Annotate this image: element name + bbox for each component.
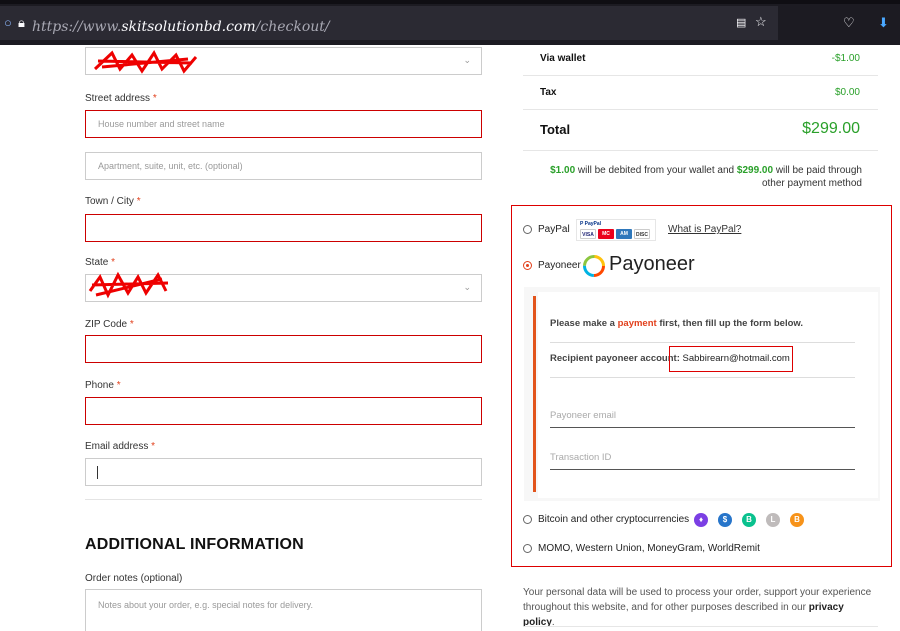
country-select[interactable]: ⌄ (85, 47, 482, 75)
panel-divider (550, 377, 855, 378)
what-is-paypal-link[interactable]: What is PayPal? (668, 224, 741, 235)
browser-toolbar: ○ 🔒︎ https://www.skitsolutionbd.com/chec… (0, 0, 900, 45)
chevron-down-icon: ⌄ (463, 282, 471, 292)
paypal-label[interactable]: PayPal (538, 224, 570, 235)
bitcoin-cash-icon: B (742, 513, 756, 527)
tax-label: Tax (540, 87, 557, 98)
tax-row: Tax $0.00 (540, 87, 860, 98)
input-underline (550, 427, 855, 428)
reader-view-icon[interactable]: ▤ (736, 15, 746, 31)
tab-strip (0, 0, 900, 4)
zip-code-input[interactable] (85, 335, 482, 363)
redaction-scribble (88, 271, 169, 299)
row-divider (523, 109, 878, 110)
town-city-input[interactable] (85, 214, 482, 242)
tax-value: $0.00 (834, 87, 860, 98)
input-underline (550, 469, 855, 470)
crypto-radio[interactable] (523, 515, 532, 524)
payoneer-ring-icon (583, 255, 605, 277)
phone-input[interactable] (85, 397, 482, 425)
transaction-id-input[interactable]: Transaction ID (550, 452, 611, 463)
town-label: Town / City * (85, 196, 141, 207)
bitcoin-icon: B (790, 513, 804, 527)
privacy-notice: Your personal data will be used to proce… (523, 587, 872, 628)
order-notes-label: Order notes (optional) (85, 573, 183, 584)
payoneer-radio[interactable] (523, 261, 532, 270)
bookmark-star-icon[interactable]: ☆ (755, 14, 767, 30)
payoneer-email-input[interactable]: Payoneer email (550, 410, 616, 421)
state-select[interactable]: ⌄ (85, 271, 482, 302)
usdc-icon: $ (718, 513, 732, 527)
redaction-scribble (93, 50, 198, 74)
lock-icon[interactable]: 🔒︎ (18, 15, 25, 31)
litecoin-icon: L (766, 513, 780, 527)
address-bar[interactable]: ○ 🔒︎ https://www.skitsolutionbd.com/chec… (0, 6, 778, 40)
zip-label: ZIP Code * (85, 319, 134, 330)
total-value: $299.00 (802, 120, 860, 137)
ethereum-icon: ♦ (694, 513, 708, 527)
payoneer-instruction: Please make a payment first, then fill u… (550, 318, 804, 329)
row-divider (523, 626, 878, 627)
email-label: Email address * (85, 441, 156, 452)
wallet-label: Via wallet (540, 53, 586, 64)
paypal-cards-logo: P PayPal VISA MC AM DISC (576, 219, 656, 241)
recipient-highlight-box (669, 346, 793, 372)
download-icon[interactable]: ⬇︎ (878, 15, 889, 31)
crypto-label[interactable]: Bitcoin and other cryptocurrencies (538, 514, 689, 525)
total-label: Total (540, 122, 571, 137)
momo-radio[interactable] (523, 544, 532, 553)
additional-info-heading: ADDITIONAL INFORMATION (85, 536, 304, 553)
phone-label: Phone * (85, 380, 121, 391)
shield-icon[interactable]: ○ (4, 15, 12, 31)
momo-label[interactable]: MOMO, Western Union, MoneyGram, WorldRem… (538, 543, 760, 554)
wallet-split-note: $1.00 will be debited from your wallet a… (550, 165, 862, 189)
row-divider (523, 75, 878, 76)
wallet-row: Via wallet -$1.00 (540, 53, 860, 64)
payoneer-label[interactable]: Payoneer (538, 260, 581, 271)
payment-link[interactable]: payment (618, 318, 657, 329)
text-cursor (97, 466, 98, 479)
total-row: Total $299.00 (540, 120, 860, 144)
pocket-icon[interactable]: ♡ (843, 15, 855, 31)
chevron-down-icon: ⌄ (463, 55, 471, 65)
street-address-input[interactable]: House number and street name (85, 110, 482, 138)
street-label: Street address * (85, 93, 157, 104)
order-notes-textarea[interactable]: Notes about your order, e.g. special not… (85, 589, 482, 631)
panel-accent-bar (533, 296, 536, 492)
url-text[interactable]: https://www.skitsolutionbd.com/checkout/ (32, 19, 330, 35)
section-divider (85, 499, 482, 500)
apartment-input[interactable]: Apartment, suite, unit, etc. (optional) (85, 152, 482, 180)
wallet-value: -$1.00 (831, 53, 860, 64)
paypal-radio[interactable] (523, 225, 532, 234)
row-divider (523, 150, 878, 151)
email-input[interactable] (85, 458, 482, 486)
panel-divider (550, 342, 855, 343)
